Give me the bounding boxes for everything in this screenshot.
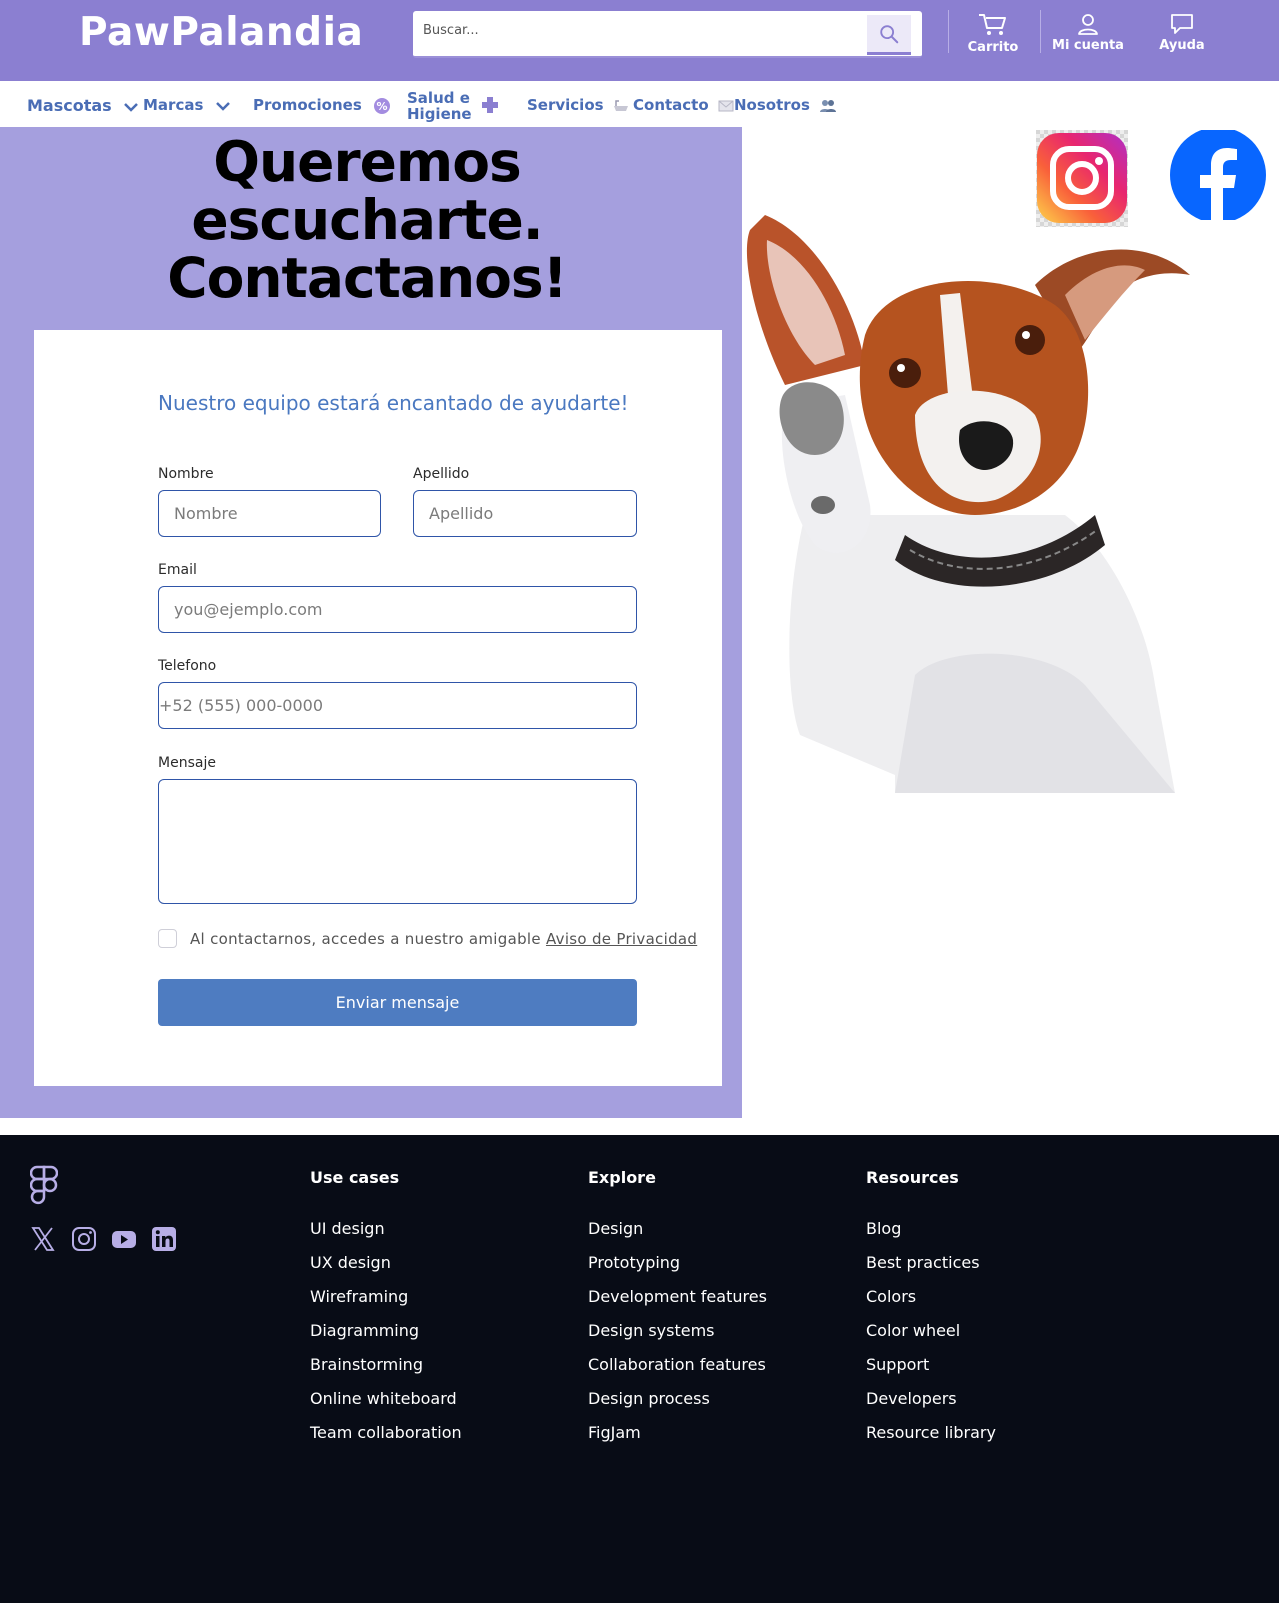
- email-field[interactable]: [158, 586, 637, 633]
- footer-link[interactable]: Online whiteboard: [310, 1389, 457, 1408]
- footer-link[interactable]: Blog: [866, 1219, 901, 1238]
- footer-link[interactable]: Colors: [866, 1287, 916, 1306]
- footer-link[interactable]: Resource library: [866, 1423, 996, 1442]
- privacy-checkbox[interactable]: [158, 929, 177, 948]
- last-name-input[interactable]: [414, 491, 636, 536]
- nav-item-label: Promociones: [253, 96, 362, 114]
- headline-line: Queremos: [213, 130, 521, 194]
- linkedin-icon[interactable]: [151, 1226, 177, 1252]
- footer-link[interactable]: Developers: [866, 1389, 957, 1408]
- nav-item-label: Contacto: [633, 96, 709, 114]
- cart-button[interactable]: Carrito: [948, 12, 1038, 55]
- footer-link[interactable]: Support: [866, 1355, 929, 1374]
- nav-item-salud-higiene[interactable]: Salud e Higiene: [407, 90, 472, 122]
- svg-text:%: %: [376, 100, 387, 113]
- nav-item-nosotros[interactable]: Nosotros: [734, 96, 837, 114]
- message-label: Mensaje: [158, 755, 216, 771]
- account-label: Mi cuenta: [1052, 38, 1124, 53]
- footer-link[interactable]: Design process: [588, 1389, 710, 1408]
- nav-item-mascotas[interactable]: Mascotas: [27, 96, 139, 115]
- figma-logo-icon[interactable]: [30, 1165, 58, 1205]
- footer-link[interactable]: Prototyping: [588, 1253, 680, 1272]
- phone-field[interactable]: [158, 682, 637, 729]
- x-icon[interactable]: [30, 1226, 56, 1252]
- dog-photo: [746, 215, 1190, 793]
- footer-link[interactable]: UI design: [310, 1219, 385, 1238]
- cart-icon: [979, 14, 1006, 35]
- account-button[interactable]: Mi cuenta: [1043, 12, 1133, 53]
- headline-line: escucharte.: [191, 188, 543, 252]
- footer-link[interactable]: Collaboration features: [588, 1355, 766, 1374]
- badge-percent-icon: %: [373, 97, 390, 114]
- nav-item-marcas[interactable]: Marcas: [143, 96, 231, 114]
- footer-link[interactable]: Team collaboration: [310, 1423, 462, 1442]
- user-icon: [1078, 14, 1098, 35]
- brand-logo[interactable]: PawPalandia: [79, 10, 363, 55]
- footer-link[interactable]: Development features: [588, 1287, 767, 1306]
- nav-item-label: Marcas: [143, 96, 204, 114]
- headline-line: Contactanos!: [167, 246, 567, 310]
- message-field[interactable]: [158, 779, 637, 904]
- bathtub-icon: [613, 99, 628, 111]
- nav-item-label: Higiene: [407, 105, 472, 123]
- cart-label: Carrito: [967, 40, 1019, 55]
- phone-input[interactable]: [159, 683, 636, 728]
- chevron-down-icon: [215, 101, 230, 111]
- footer-link[interactable]: UX design: [310, 1253, 391, 1272]
- footer-link[interactable]: Wireframing: [310, 1287, 408, 1306]
- last-name-field[interactable]: [413, 490, 637, 537]
- email-label: Email: [158, 562, 197, 578]
- instagram-icon[interactable]: [71, 1226, 97, 1252]
- first-name-label: Nombre: [158, 466, 214, 482]
- footer-link[interactable]: Color wheel: [866, 1321, 960, 1340]
- envelope-icon: [718, 100, 734, 111]
- search-icon: [880, 24, 899, 43]
- footer-link[interactable]: FigJam: [588, 1423, 641, 1442]
- email-input[interactable]: [159, 587, 636, 632]
- facebook-icon[interactable]: [1169, 130, 1267, 220]
- phone-label: Telefono: [158, 658, 217, 674]
- medical-cross-icon: [482, 97, 498, 113]
- send-message-button[interactable]: Enviar mensaje: [158, 979, 637, 1026]
- footer-heading: Resources: [866, 1168, 959, 1187]
- message-textarea[interactable]: [159, 780, 636, 903]
- nav-item-servicios[interactable]: Servicios: [527, 96, 629, 114]
- nav-item-promociones[interactable]: Promociones %: [253, 96, 391, 115]
- footer-link[interactable]: Design systems: [588, 1321, 715, 1340]
- header-divider: [1040, 10, 1041, 53]
- footer-link[interactable]: Best practices: [866, 1253, 980, 1272]
- page-title: Queremos escucharte. Contactanos!: [0, 133, 734, 307]
- first-name-input[interactable]: [159, 491, 380, 536]
- help-label: Ayuda: [1159, 38, 1205, 53]
- nav-item-contacto[interactable]: Contacto: [633, 96, 734, 114]
- youtube-icon[interactable]: [111, 1226, 137, 1252]
- consent-label: Al contactarnos, accedes a nuestro amiga…: [190, 930, 546, 948]
- chevron-down-icon: [124, 102, 139, 112]
- last-name-label: Apellido: [413, 466, 470, 482]
- search-button[interactable]: [867, 15, 911, 55]
- help-button[interactable]: Ayuda: [1137, 12, 1227, 53]
- chat-bubble-icon: [1171, 14, 1193, 34]
- privacy-policy-link[interactable]: Aviso de Privacidad: [546, 930, 697, 948]
- search-bar: [413, 11, 922, 58]
- people-icon: [820, 99, 837, 112]
- footer-heading: Explore: [588, 1168, 656, 1187]
- first-name-field[interactable]: [158, 490, 381, 537]
- footer-link[interactable]: Diagramming: [310, 1321, 419, 1340]
- footer-link[interactable]: Design: [588, 1219, 643, 1238]
- nav-item-label: Mascotas: [27, 96, 112, 115]
- instagram-icon[interactable]: [1036, 130, 1128, 227]
- nav-item-label: Nosotros: [734, 96, 810, 114]
- nav-item-label: Servicios: [527, 96, 604, 114]
- consent-text: Al contactarnos, accedes a nuestro amiga…: [190, 930, 697, 948]
- form-subtitle: Nuestro equipo estará encantado de ayuda…: [158, 391, 629, 415]
- footer-link[interactable]: Brainstorming: [310, 1355, 423, 1374]
- search-input[interactable]: [423, 23, 843, 38]
- nav-item-label: Salud e: [407, 89, 470, 107]
- footer-heading: Use cases: [310, 1168, 400, 1187]
